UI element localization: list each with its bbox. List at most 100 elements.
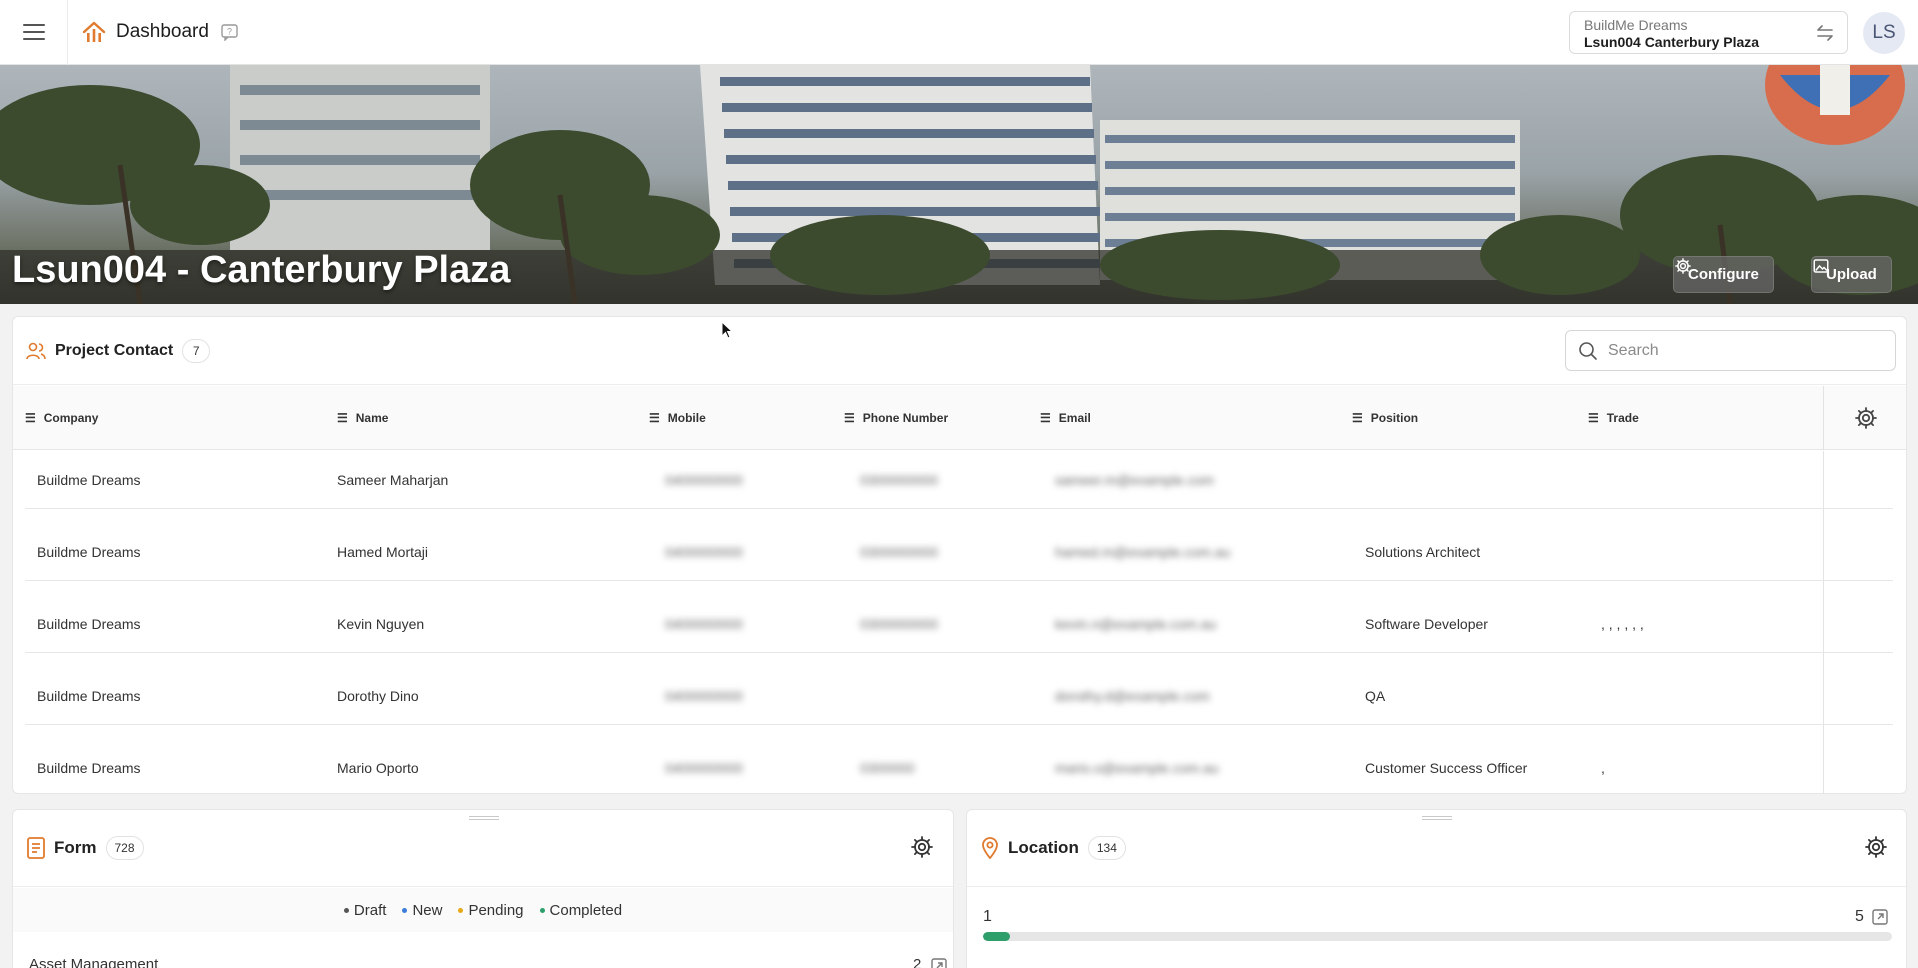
image-icon xyxy=(1813,259,1829,273)
page-title: Dashboard xyxy=(116,21,209,42)
project-switcher[interactable]: BuildMe Dreams Lsun004 Canterbury Plaza xyxy=(1569,11,1848,54)
column-header-trade[interactable]: ☰ Trade xyxy=(1588,386,1639,450)
form-type-row[interactable]: Asset Management 2 xyxy=(29,956,953,968)
cell-trade: , xyxy=(1601,760,1605,776)
cell-phone: 0300000000 xyxy=(860,544,938,560)
cell-company: Buildme Dreams xyxy=(37,616,141,632)
legend-item-completed[interactable]: Completed xyxy=(539,902,622,919)
cell-company: Buildme Dreams xyxy=(37,688,141,704)
cell-position: Solutions Architect xyxy=(1365,544,1481,560)
open-external-icon[interactable] xyxy=(931,958,947,968)
cell-name: Mario Oporto xyxy=(337,760,419,776)
cell-email: mario.o@example.com.au xyxy=(1055,760,1219,776)
cell-phone: 0300000 xyxy=(860,760,915,776)
cell-trade: , , , , , , xyxy=(1601,616,1644,632)
location-pin-icon xyxy=(982,837,998,859)
hamburger-menu-button[interactable] xyxy=(0,0,68,65)
contact-search[interactable] xyxy=(1565,330,1896,371)
column-menu-icon: ☰ xyxy=(25,411,36,425)
cell-position: Software Developer xyxy=(1365,616,1488,632)
cell-name: Kevin Nguyen xyxy=(337,616,425,632)
open-external-icon[interactable] xyxy=(1872,909,1888,925)
avatar[interactable]: LS xyxy=(1863,12,1905,54)
cell-mobile: 0400000000 xyxy=(665,616,743,632)
cell-email: dorothy.d@example.com xyxy=(1055,688,1210,704)
location-progress-fill xyxy=(983,932,1011,941)
cell-company: Buildme Dreams xyxy=(37,472,141,488)
cell-mobile: 0400000000 xyxy=(665,760,743,776)
column-header-email[interactable]: ☰ Email xyxy=(1040,386,1091,450)
location-card: Location 134 1 5 xyxy=(966,809,1907,968)
legend-dot xyxy=(402,908,408,914)
location-settings-gear-icon[interactable] xyxy=(1864,835,1888,859)
column-header-name[interactable]: ☰ Name xyxy=(337,386,388,450)
form-card-header: Form 728 xyxy=(13,810,953,887)
table-row[interactable]: Buildme Dreams Hamed Mortaji 0400000000 … xyxy=(25,523,1893,581)
configure-button[interactable]: Configure xyxy=(1673,256,1774,293)
gear-icon xyxy=(1675,258,1691,274)
form-type-label: Asset Management xyxy=(29,956,159,968)
column-header-mobile[interactable]: ☰ Mobile xyxy=(649,386,706,450)
project-title: Lsun004 - Canterbury Plaza xyxy=(12,249,511,291)
location-progress-track xyxy=(983,932,1892,941)
users-icon xyxy=(26,342,46,359)
legend-item-new[interactable]: New xyxy=(402,902,442,919)
cell-phone: 0300000000 xyxy=(860,616,938,632)
legend-dot xyxy=(539,908,545,914)
location-progress-value: 1 xyxy=(983,908,992,925)
upload-label: Upload xyxy=(1826,266,1877,283)
cell-company: Buildme Dreams xyxy=(37,760,141,776)
column-menu-icon: ☰ xyxy=(1352,411,1363,425)
cell-email: hamed.m@example.com.au xyxy=(1055,544,1231,560)
column-header-company[interactable]: ☰ Company xyxy=(25,386,98,450)
help-button[interactable]: ? xyxy=(221,23,238,41)
cell-mobile: 0400000000 xyxy=(665,544,743,560)
column-menu-icon: ☰ xyxy=(649,411,660,425)
column-menu-icon: ☰ xyxy=(1040,411,1051,425)
table-row[interactable]: Buildme Dreams Dorothy Dino 0400000000 d… xyxy=(25,667,1893,725)
contact-count-badge: 7 xyxy=(182,338,211,363)
column-header-phone[interactable]: ☰ Phone Number xyxy=(844,386,948,450)
search-input[interactable] xyxy=(1608,341,1878,360)
form-settings-gear-icon[interactable] xyxy=(910,835,934,859)
dashboard-logo-icon xyxy=(82,21,106,42)
swap-icon xyxy=(1817,25,1833,41)
form-type-count: 2 xyxy=(913,956,922,968)
form-count-badge: 728 xyxy=(105,836,144,860)
location-card-header: Location 134 xyxy=(967,810,1906,887)
column-menu-icon: ☰ xyxy=(337,411,348,425)
contact-table-body: Buildme Dreams Sameer Maharjan 040000000… xyxy=(13,451,1906,793)
menu-icon xyxy=(22,24,45,40)
project-name: Lsun004 Canterbury Plaza xyxy=(1584,34,1760,50)
form-status-legend: Draft New Pending Completed xyxy=(13,888,953,932)
location-progress-total: 5 xyxy=(1855,908,1864,925)
cell-mobile: 0400000000 xyxy=(665,472,743,488)
brand: Dashboard ? xyxy=(82,21,238,43)
cell-mobile: 0400000000 xyxy=(665,688,743,704)
cell-name: Dorothy Dino xyxy=(337,688,419,704)
table-row[interactable]: Buildme Dreams Kevin Nguyen 0400000000 0… xyxy=(25,595,1893,653)
location-count-badge: 134 xyxy=(1087,836,1126,860)
cell-position: QA xyxy=(1365,688,1386,704)
column-header-position[interactable]: ☰ Position xyxy=(1352,386,1418,450)
form-document-icon xyxy=(27,837,45,859)
project-contact-header: Project Contact 7 xyxy=(13,317,1906,385)
table-row[interactable]: Buildme Dreams Mario Oporto 0400000000 0… xyxy=(25,739,1893,793)
project-hero-banner: Lsun004 - Canterbury Plaza Configure Upl… xyxy=(0,65,1918,304)
column-menu-icon: ☰ xyxy=(1588,411,1599,425)
table-settings-button[interactable] xyxy=(1823,386,1906,450)
legend-item-draft[interactable]: Draft xyxy=(343,902,386,919)
top-bar: Dashboard ? BuildMe Dreams Lsun004 Cante… xyxy=(0,0,1918,65)
cell-position: Customer Success Officer xyxy=(1365,760,1528,776)
location-card-title: Location xyxy=(1008,838,1079,857)
legend-item-pending[interactable]: Pending xyxy=(458,902,524,919)
upload-button[interactable]: Upload xyxy=(1811,256,1892,293)
help-icon: ? xyxy=(221,23,238,41)
project-contact-card: Project Contact 7 ☰Company ☰Name ☰Mobile… xyxy=(12,316,1907,794)
mouse-cursor-icon xyxy=(721,321,733,339)
cell-phone: 0300000000 xyxy=(860,472,938,488)
legend-dot xyxy=(458,908,464,914)
form-card-title: Form xyxy=(54,838,97,857)
cell-name: Sameer Maharjan xyxy=(337,472,449,488)
table-row[interactable]: Buildme Dreams Sameer Maharjan 040000000… xyxy=(25,451,1893,509)
